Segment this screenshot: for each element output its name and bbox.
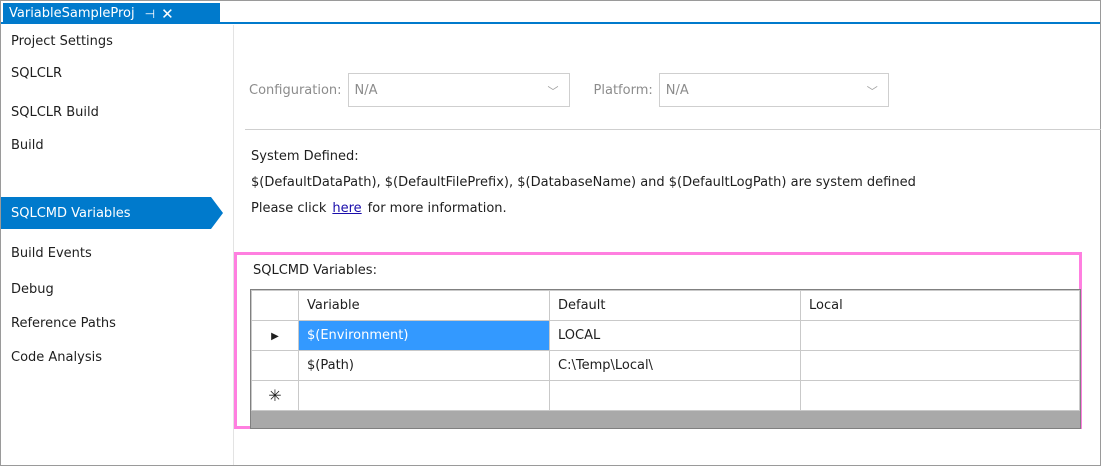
window-frame: VariableSampleProj ⊣ ✕ Project Settings …	[0, 0, 1101, 466]
configuration-select[interactable]: N/A ﹀	[347, 73, 570, 107]
new-row-icon: ✳	[268, 386, 282, 405]
sidebar-item-label: SQLCMD Variables	[11, 205, 131, 221]
sidebar-item-debug[interactable]: Debug	[1, 273, 233, 305]
cell-local[interactable]	[800, 320, 1080, 351]
chevron-down-icon: ﹀	[547, 85, 559, 98]
info-suffix: for more information.	[367, 201, 507, 216]
divider	[245, 129, 1101, 130]
variables-table: Variable Default Local ▶ $(Environment) …	[251, 290, 1080, 411]
table-row[interactable]: ▶ $(Environment) LOCAL	[251, 320, 1080, 351]
here-link[interactable]: here	[332, 201, 361, 216]
tab-title: VariableSampleProj	[9, 6, 135, 21]
tab-strip: VariableSampleProj ⊣ ✕	[1, 1, 1100, 24]
column-header-local[interactable]: Local	[800, 290, 1080, 321]
column-header-variable[interactable]: Variable	[298, 290, 550, 321]
row-header-corner	[251, 290, 299, 321]
cell-default[interactable]: LOCAL	[549, 320, 801, 351]
cell-default[interactable]	[549, 380, 801, 411]
system-defined-description: $(DefaultDataPath), $(DefaultFilePrefix)…	[251, 175, 916, 190]
sidebar-item-label: SQLCLR Build	[11, 104, 99, 120]
sidebar-item-sqlclr[interactable]: SQLCLR	[1, 57, 233, 89]
sidebar-item-label: SQLCLR	[11, 65, 63, 81]
cell-variable[interactable]: $(Path)	[298, 350, 550, 381]
platform-value: N/A	[665, 82, 689, 98]
system-info-line: Please click here for more information.	[251, 201, 507, 216]
current-row-icon: ▶	[271, 331, 279, 342]
sidebar-item-label: Debug	[11, 281, 54, 297]
sidebar-item-label: Project Settings	[11, 33, 113, 49]
close-icon[interactable]: ✕	[161, 5, 174, 23]
table-row-new[interactable]: ✳	[251, 380, 1080, 411]
sidebar-item-build[interactable]: Build	[1, 129, 233, 161]
config-row: Configuration: N/A ﹀ Platform: N/A ﹀	[249, 73, 889, 107]
sidebar-item-sqlclr-build[interactable]: SQLCLR Build	[1, 96, 233, 128]
cell-variable[interactable]	[298, 380, 550, 411]
chevron-down-icon: ﹀	[866, 85, 878, 98]
sqlcmd-variables-title: SQLCMD Variables:	[253, 263, 377, 278]
platform-select[interactable]: N/A ﹀	[658, 73, 889, 107]
sidebar-item-label: Build	[11, 137, 44, 153]
sidebar-item-code-analysis[interactable]: Code Analysis	[1, 341, 233, 373]
tab-project[interactable]: VariableSampleProj ⊣ ✕	[3, 3, 220, 24]
sidebar-item-build-events[interactable]: Build Events	[1, 237, 233, 269]
system-defined-title: System Defined:	[251, 149, 359, 164]
cell-local[interactable]	[800, 350, 1080, 381]
column-header-default[interactable]: Default	[549, 290, 801, 321]
cell-local[interactable]	[800, 380, 1080, 411]
sidebar-item-project-settings[interactable]: Project Settings	[1, 25, 233, 57]
sidebar-item-sqlcmd-variables[interactable]: SQLCMD Variables	[1, 197, 223, 229]
sidebar-item-reference-paths[interactable]: Reference Paths	[1, 307, 233, 339]
platform-label: Platform:	[593, 82, 653, 98]
sidebar: Project Settings SQLCLR SQLCLR Build Bui…	[1, 25, 234, 465]
row-marker[interactable]	[251, 350, 299, 381]
configuration-label: Configuration:	[249, 82, 342, 98]
info-prefix: Please click	[251, 201, 327, 216]
configuration-value: N/A	[354, 82, 378, 98]
table-header-row: Variable Default Local	[251, 290, 1080, 321]
sidebar-item-label: Build Events	[11, 245, 92, 261]
sidebar-item-label: Code Analysis	[11, 349, 102, 365]
table-row[interactable]: $(Path) C:\Temp\Local\	[251, 350, 1080, 381]
variables-grid: Variable Default Local ▶ $(Environment) …	[250, 289, 1081, 429]
row-marker[interactable]: ▶	[251, 320, 299, 351]
pin-icon[interactable]: ⊣	[145, 7, 155, 21]
sidebar-item-label: Reference Paths	[11, 315, 116, 331]
cell-variable[interactable]: $(Environment)	[298, 320, 550, 351]
row-marker[interactable]: ✳	[251, 380, 299, 411]
cell-default[interactable]: C:\Temp\Local\	[549, 350, 801, 381]
